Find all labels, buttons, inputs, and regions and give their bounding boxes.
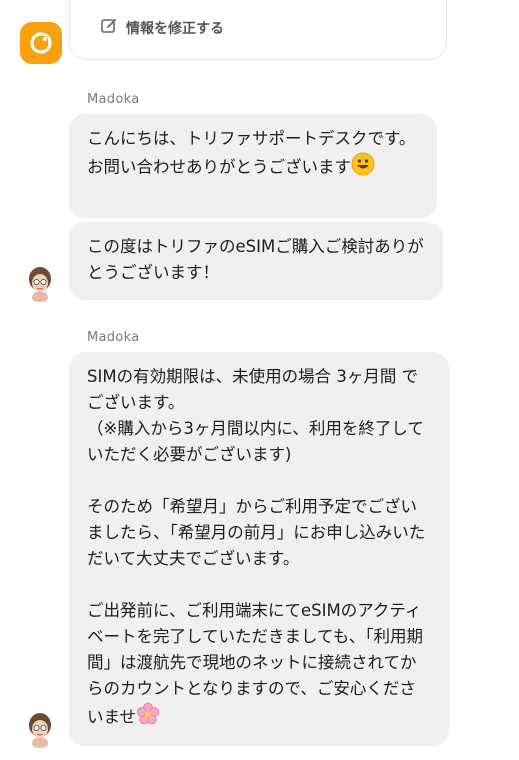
agent-avatar: [20, 708, 60, 748]
edit-info-card: 情報を修正する: [69, 0, 447, 60]
smiley-emoji: [351, 152, 375, 184]
edit-info-button[interactable]: 情報を修正する: [100, 17, 224, 39]
bot-logo-icon: [30, 32, 52, 54]
agent-avatar: [20, 262, 60, 302]
cherry-blossom-emoji: [136, 702, 160, 734]
edit-info-label: 情報を修正する: [126, 21, 224, 37]
message-bubble: SIMの有効期限は、未使用の場合 3ヶ月間 でございます。 （※購入から3ヶ月間…: [69, 352, 449, 746]
edit-icon: [100, 17, 118, 39]
message-bubble: この度はトリファのeSIMご購入ご検討ありがとうございます！: [69, 222, 443, 300]
message-text: この度はトリファのeSIMご購入ご検討ありがとうございます！: [87, 237, 424, 282]
message-bubble: こんにちは、トリファサポートデスクです。お問い合わせありがとうございます: [69, 114, 437, 218]
bot-avatar: [20, 22, 62, 64]
message-text: SIMの有効期限は、未使用の場合 3ヶ月間 でございます。 （※購入から3ヶ月間…: [87, 367, 426, 727]
sender-name: Madoka: [87, 330, 140, 345]
sender-name: Madoka: [87, 92, 140, 107]
